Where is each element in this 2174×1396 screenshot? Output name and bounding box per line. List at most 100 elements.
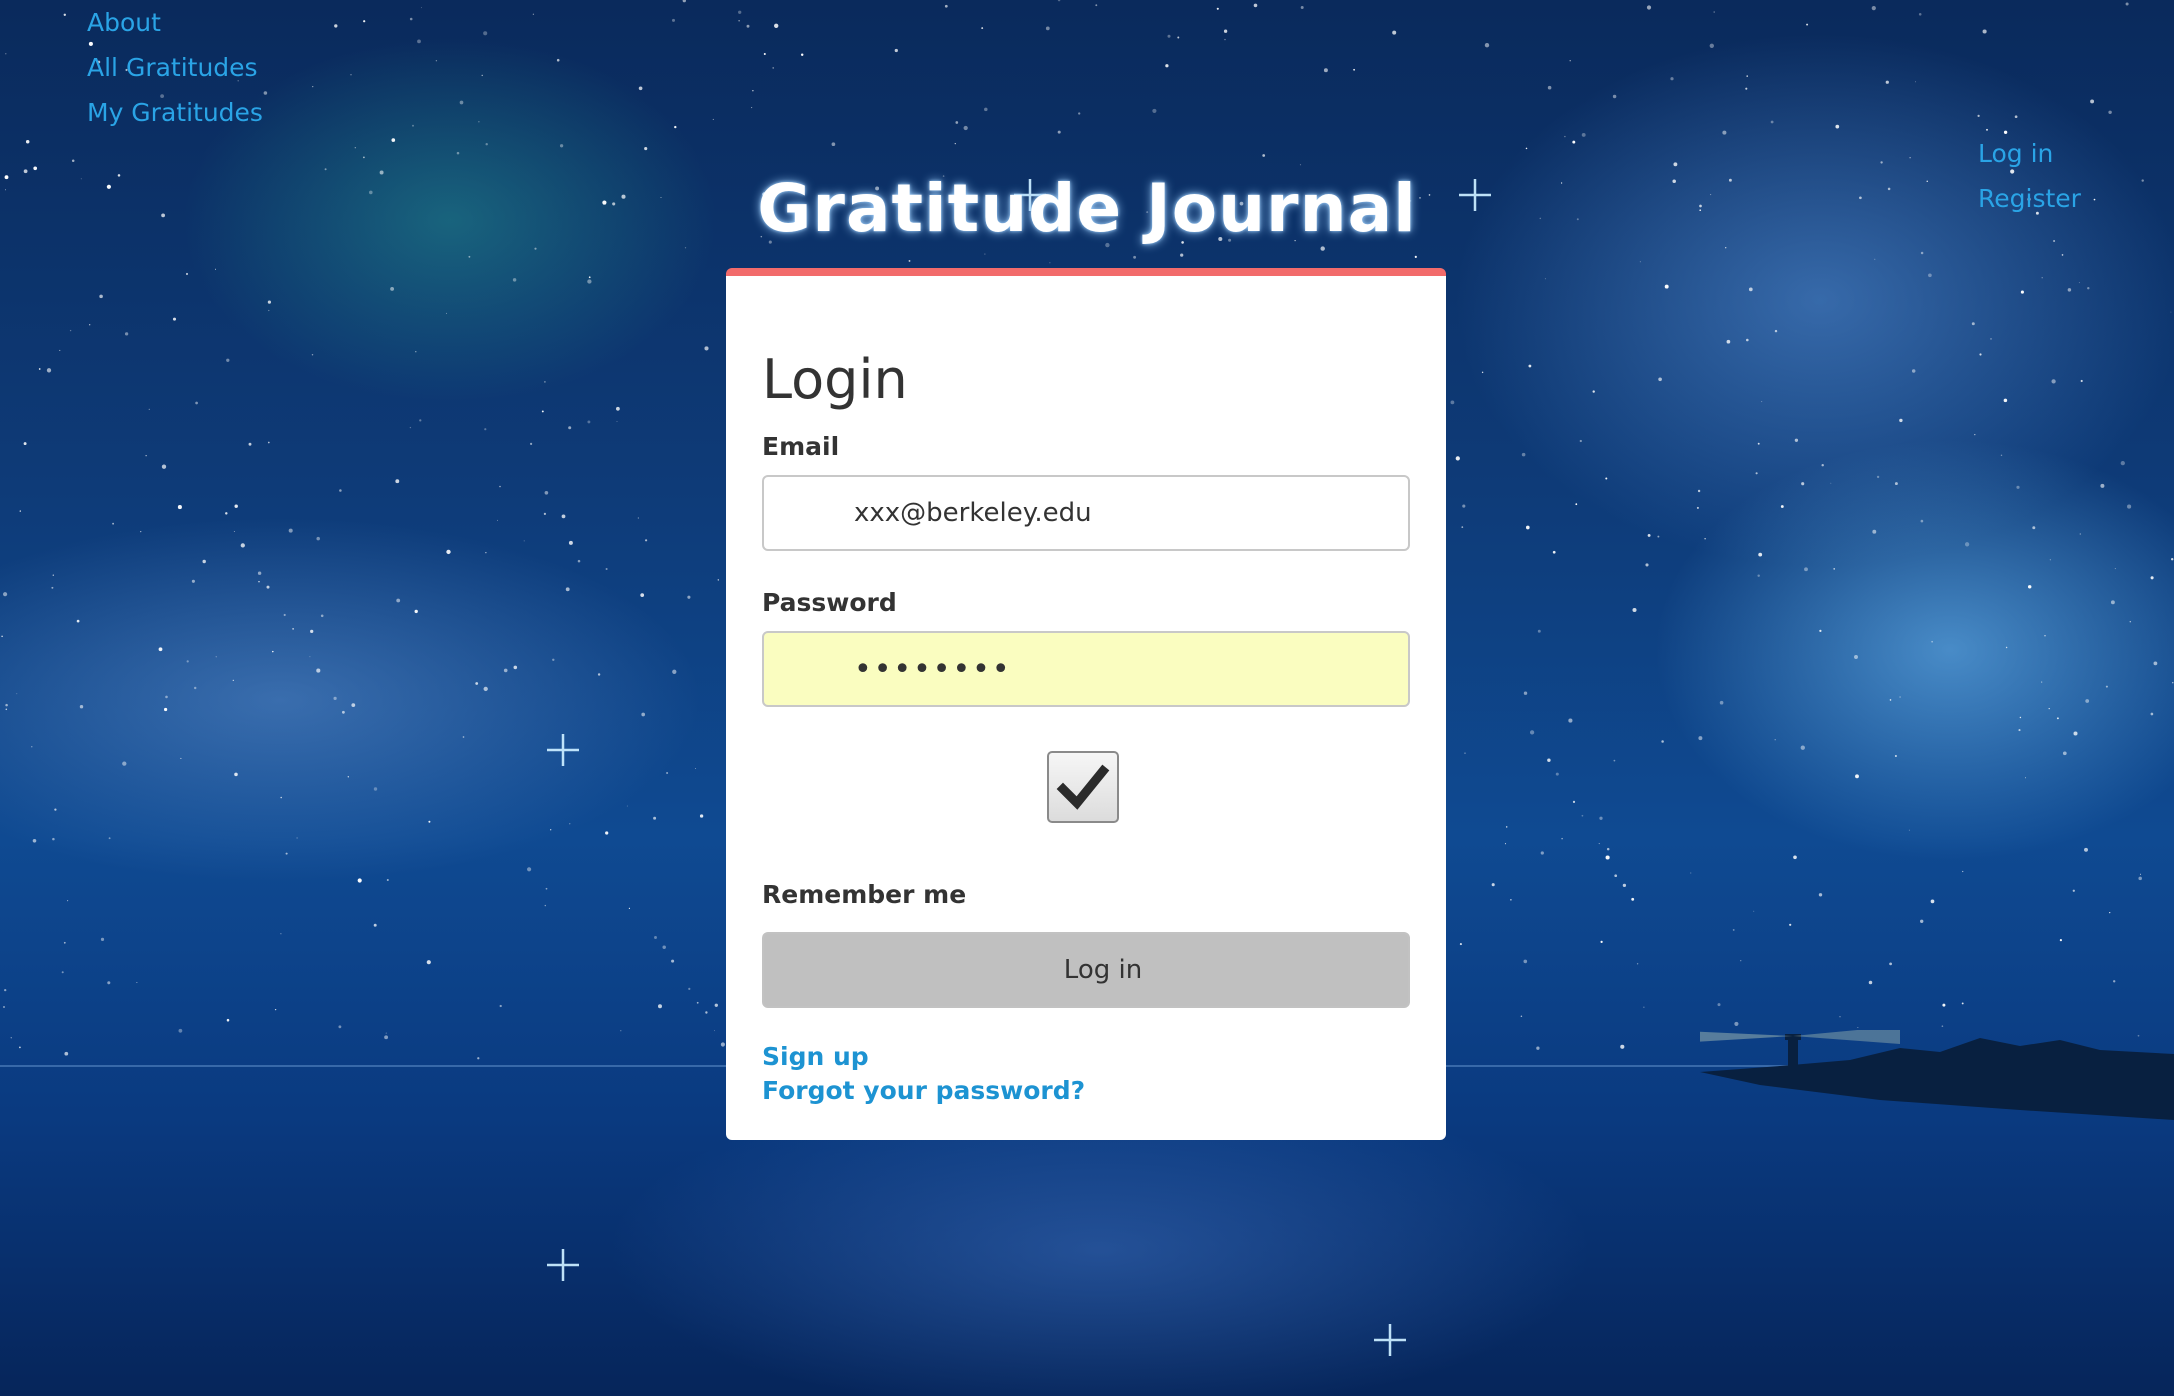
star	[1353, 68, 1356, 71]
star	[2172, 682, 2174, 684]
star	[89, 324, 91, 326]
star	[2108, 110, 2112, 115]
star	[1755, 472, 1758, 475]
sign-up-link[interactable]: Sign up	[762, 1042, 869, 1071]
star	[1908, 829, 1910, 831]
star	[1643, 1006, 1645, 1008]
star	[1800, 745, 1805, 750]
star	[1746, 338, 1749, 342]
star	[1057, 130, 1061, 134]
star	[2125, 2, 2129, 6]
star	[373, 923, 377, 927]
star	[523, 540, 525, 542]
star	[409, 17, 413, 21]
star	[274, 1008, 277, 1011]
star	[396, 598, 401, 603]
star	[1529, 730, 1535, 735]
star	[684, 247, 687, 249]
star	[51, 586, 54, 589]
nav-my-gratitudes-link[interactable]: My Gratitudes	[87, 90, 263, 135]
star	[1592, 390, 1595, 393]
star	[2150, 576, 2154, 580]
star	[1761, 401, 1763, 403]
sparkle	[1374, 1324, 1406, 1356]
star	[414, 609, 418, 614]
star	[541, 410, 544, 413]
star	[1661, 740, 1664, 743]
star	[2138, 876, 2142, 881]
nav-all-gratitudes-link[interactable]: All Gratitudes	[87, 45, 263, 90]
star	[1801, 482, 1805, 486]
star	[1918, 13, 1922, 16]
star	[1520, 1015, 1523, 1017]
star	[1734, 1021, 1739, 1026]
star	[140, 530, 142, 533]
star	[391, 138, 396, 142]
forgot-password-link[interactable]: Forgot your password?	[762, 1076, 1085, 1105]
star	[1462, 504, 1466, 508]
star	[341, 710, 345, 714]
star	[696, 1001, 699, 1004]
star	[1647, 533, 1651, 537]
star	[532, 13, 535, 15]
star	[1177, 36, 1180, 39]
star	[1579, 439, 1582, 443]
login-submit-button[interactable]: Log in	[762, 932, 1410, 1008]
star	[1819, 629, 1822, 633]
star	[1974, 433, 1976, 436]
email-field[interactable]	[762, 475, 1410, 551]
star	[1045, 26, 1050, 31]
star	[52, 837, 55, 841]
star	[76, 619, 80, 623]
password-field[interactable]	[762, 631, 1410, 707]
star	[1920, 251, 1924, 255]
star	[1876, 475, 1880, 479]
star	[2153, 661, 2158, 666]
star	[1982, 29, 1987, 34]
star	[136, 981, 138, 983]
star	[1871, 6, 1876, 11]
star	[984, 253, 986, 255]
star	[334, 24, 338, 28]
star	[483, 31, 488, 36]
star	[316, 668, 321, 673]
star	[2085, 699, 2090, 703]
star	[1696, 506, 1699, 509]
star	[944, 4, 948, 8]
star	[1464, 752, 1466, 754]
star	[569, 823, 571, 825]
star	[1673, 162, 1678, 167]
star	[1536, 1046, 1540, 1050]
remember-me-checkbox[interactable]	[1047, 751, 1119, 823]
star	[955, 121, 959, 124]
star	[172, 317, 177, 321]
star	[10, 1037, 12, 1039]
star	[288, 528, 293, 533]
star	[774, 23, 779, 28]
nav-about-link[interactable]: About	[87, 0, 263, 45]
star	[1320, 246, 1325, 251]
star	[2084, 847, 2088, 852]
star	[1575, 503, 1578, 506]
star	[240, 543, 245, 548]
star	[544, 381, 546, 383]
star	[1664, 284, 1669, 289]
star	[1581, 814, 1584, 817]
star	[556, 58, 560, 62]
star	[1872, 529, 1877, 534]
star	[620, 1030, 622, 1032]
star	[163, 707, 168, 712]
star	[666, 771, 669, 775]
star	[1774, 739, 1776, 741]
star	[1547, 758, 1551, 762]
star	[233, 530, 235, 533]
star	[1835, 124, 1840, 129]
star	[2100, 483, 2105, 488]
star	[1572, 800, 1576, 803]
star	[2041, 681, 2043, 683]
star	[52, 574, 54, 576]
star	[738, 20, 740, 22]
star	[1874, 258, 1876, 260]
star	[122, 761, 127, 766]
star	[605, 831, 609, 835]
